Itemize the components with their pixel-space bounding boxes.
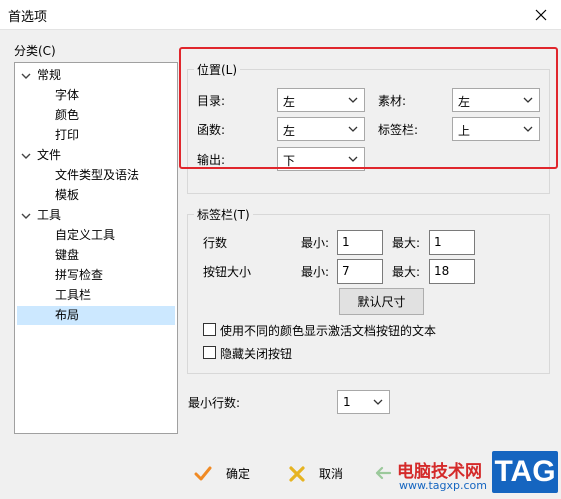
highlight-box (179, 47, 558, 169)
close-button[interactable] (521, 0, 561, 30)
tree-item-label: 拼写检查 (55, 268, 104, 282)
colors-checkbox-label[interactable]: 使用不同的颜色显示激活文档按钮的文本 (220, 322, 436, 339)
category-label: 分类(C) (14, 44, 56, 58)
chevron-down-icon (373, 399, 383, 405)
min-rows-value: 1 (343, 395, 351, 409)
tree-item[interactable]: 工具 (17, 206, 175, 225)
tree-item-label: 打印 (55, 128, 80, 142)
button-size-min-input[interactable]: 7 (337, 259, 383, 284)
tree-item[interactable]: 文件类型及语法 (17, 166, 175, 185)
colors-checkbox[interactable] (203, 323, 216, 336)
chevron-down-icon[interactable] (21, 211, 31, 221)
category-tree[interactable]: 常规字体颜色打印文件文件类型及语法 模板工具自定义工具键盘拼写检查工具栏布局 (14, 62, 178, 434)
watermark-logo: TAG (492, 451, 558, 493)
tree-item[interactable]: 键盘 (17, 246, 175, 265)
tree-item[interactable]: 布局 (17, 306, 175, 325)
min-rows-label: 最小行数: (188, 396, 241, 410)
rows-max-input[interactable]: 1 (429, 230, 475, 255)
tree-item-label: 工具 (37, 208, 62, 222)
hide-close-checkbox[interactable] (203, 346, 216, 359)
tree-item[interactable]: 常规 (17, 66, 175, 85)
tree-item-label: 工具栏 (55, 288, 92, 302)
rows-max-label: 最大: (392, 236, 421, 250)
tree-item-label: 文件 (37, 148, 62, 162)
chevron-down-icon[interactable] (21, 151, 31, 161)
tree-item[interactable]: 打印 (17, 126, 175, 145)
tree-item-label: 布局 (55, 308, 80, 322)
tree-item[interactable]: 颜色 (17, 106, 175, 125)
ok-button[interactable]: 确定 (194, 465, 250, 482)
tree-item-label: 颜色 (55, 108, 80, 122)
close-icon (535, 9, 547, 21)
tree-item-label: 键盘 (55, 248, 80, 262)
rows-min-label: 最小: (301, 236, 330, 250)
ok-button-label: 确定 (226, 467, 251, 481)
min-rows-select[interactable]: 1 (337, 390, 390, 414)
hide-close-checkbox-label[interactable]: 隐藏关闭按钮 (220, 345, 292, 362)
window-title: 首选项 (8, 10, 48, 25)
button-size-max-input[interactable]: 18 (429, 259, 475, 284)
tree-item[interactable]: 字体 (17, 86, 175, 105)
watermark-url: www.tagxp.com (399, 479, 487, 492)
cancel-button-label: 取消 (319, 467, 344, 481)
tree-item[interactable]: 拼写检查 (17, 266, 175, 285)
back-arrow-icon[interactable] (374, 466, 392, 483)
tree-item[interactable]: 自定义工具 (17, 226, 175, 245)
button-size-min-label: 最小: (301, 265, 330, 279)
rows-label: 行数 (203, 236, 228, 250)
tree-item-label: 模板 (55, 188, 80, 202)
tabbar-group-title: 标签栏(T) (194, 206, 253, 223)
rows-min-input[interactable]: 1 (337, 230, 383, 255)
tree-item-label: 字体 (55, 88, 80, 102)
button-size-max-label: 最大: (392, 265, 421, 279)
default-size-button[interactable]: 默认尺寸 (339, 288, 424, 315)
tree-item[interactable]: 工具栏 (17, 286, 175, 305)
checkmark-icon (194, 466, 212, 480)
tree-item-label: 常规 (37, 68, 62, 82)
title-bar: 首选项 (0, 0, 561, 30)
tree-item[interactable]: 文件 (17, 146, 175, 165)
tree-item-label: 自定义工具 (55, 228, 116, 242)
tree-item[interactable]: 模板 (17, 186, 175, 205)
chevron-down-icon[interactable] (21, 71, 31, 81)
cross-icon (289, 465, 305, 482)
tree-item-label: 文件类型及语法 (55, 168, 140, 182)
cancel-button[interactable]: 取消 (289, 465, 343, 482)
button-size-label: 按钮大小 (203, 265, 252, 279)
